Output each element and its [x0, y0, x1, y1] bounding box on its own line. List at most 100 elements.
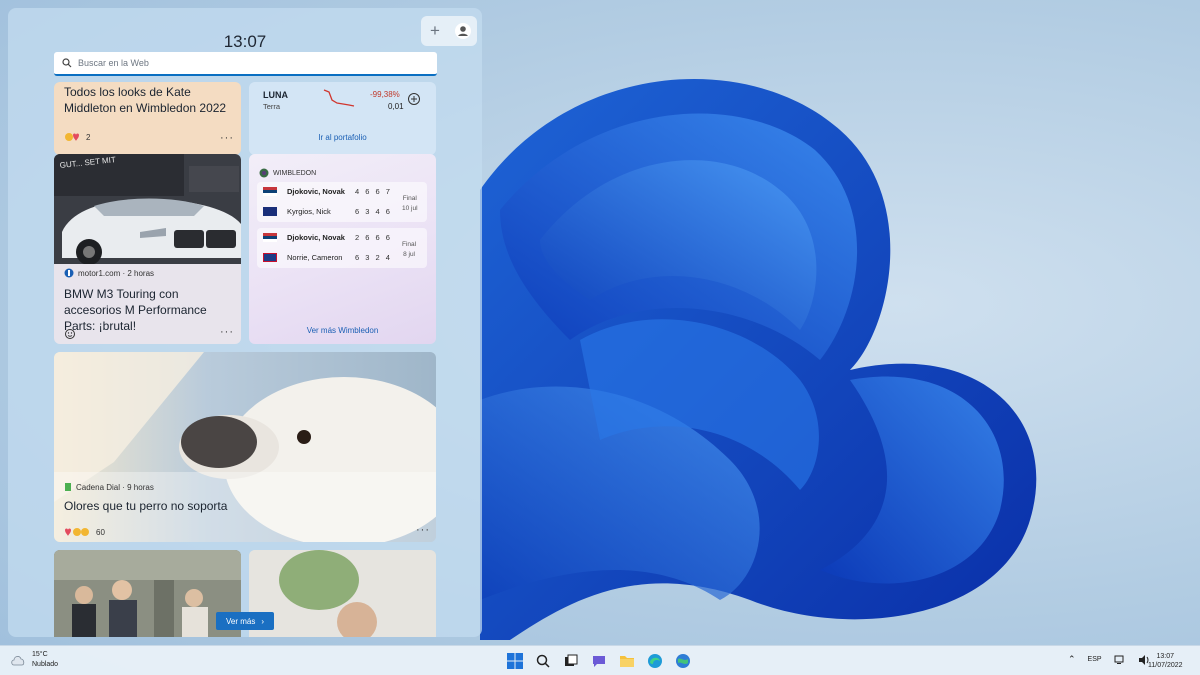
- reaction-count: 60: [96, 527, 105, 537]
- search-placeholder: Buscar en la Web: [78, 58, 149, 68]
- task-view-button[interactable]: [561, 651, 581, 671]
- add-widget-button[interactable]: +: [421, 16, 449, 46]
- stock-change: -99,38%: [370, 90, 400, 99]
- portfolio-card: LUNA Terra -99,38% 0,01 Ir al portafolio: [249, 82, 436, 155]
- player-name: Djokovic, Novak: [287, 187, 345, 196]
- taskbar-time: 13:07: [1156, 653, 1175, 660]
- match-status: Final 8 jul: [402, 240, 416, 260]
- motor1-logo-icon: [64, 268, 74, 278]
- status-label: Final: [402, 195, 417, 202]
- australia-flag-icon: [263, 207, 277, 216]
- stock-sparkline: [323, 89, 355, 107]
- file-explorer-button[interactable]: [617, 651, 637, 671]
- serbia-flag-icon: [263, 187, 277, 196]
- language-indicator[interactable]: ESP: [1088, 656, 1102, 663]
- panel-clock: 13:07: [223, 32, 267, 51]
- reactions[interactable]: 2: [64, 132, 90, 142]
- add-stock-icon[interactable]: [407, 92, 421, 106]
- news-title: BMW M3 Touring con accesorios M Performa…: [64, 287, 207, 333]
- search-button[interactable]: [533, 651, 553, 671]
- plus-icon: +: [430, 21, 440, 40]
- match-result-2[interactable]: Djokovic, Novak 2 6 6 6 Norrie, Cameron …: [257, 228, 427, 268]
- chat-button[interactable]: [589, 651, 609, 671]
- see-more-button[interactable]: Ver más ›: [216, 612, 274, 630]
- profile-button[interactable]: [449, 16, 477, 46]
- search-icon: [62, 58, 72, 68]
- task-view-icon: [565, 654, 578, 666]
- chevron-right-icon: ›: [261, 616, 264, 626]
- reaction-count: 2: [86, 132, 91, 142]
- match-result-1[interactable]: Djokovic, Novak 4 6 6 7 Kyrgios, Nick 6 …: [257, 182, 427, 222]
- uk-flag-icon: [263, 253, 277, 262]
- system-tray: ⌃ ESP: [1068, 654, 1150, 665]
- add-reaction-icon[interactable]: [64, 328, 76, 340]
- weather-widget[interactable]: 15°C Nublado: [10, 650, 58, 670]
- globe-app-icon: [676, 654, 690, 668]
- taskbar-clock[interactable]: 13:07 11/07/2022: [1148, 652, 1183, 670]
- weather-temp: 15°C: [32, 651, 48, 658]
- news-card-wedding[interactable]: [54, 550, 241, 637]
- user-icon: [455, 23, 471, 39]
- weather-condition: Nublado: [32, 661, 59, 668]
- folder-icon: [620, 656, 634, 667]
- news-source-text: Cadena Dial · 9 horas: [76, 482, 154, 492]
- wimbledon-header-label: WIMBLEDON: [273, 169, 317, 177]
- player-name: Kyrgios, Nick: [287, 207, 331, 216]
- status-label: Final: [402, 241, 417, 248]
- player-row: Djokovic, Novak: [263, 187, 345, 196]
- taskbar-apps: [505, 651, 693, 671]
- reactions[interactable]: 60: [64, 527, 105, 537]
- start-button[interactable]: [505, 651, 525, 671]
- wimbledon-link[interactable]: Ver más Wimbledon: [249, 326, 436, 335]
- reaction-icons: [65, 528, 89, 536]
- search-input[interactable]: Buscar en la Web: [54, 52, 437, 76]
- wallpaper-bloom: [480, 79, 1037, 641]
- wimbledon-logo-icon: [259, 168, 269, 178]
- see-more-label: Ver más: [225, 616, 256, 626]
- match-date: 8 jul: [403, 251, 416, 258]
- news-source: Cadena Dial · 9 horas: [64, 482, 154, 492]
- player-row: Kyrgios, Nick: [263, 207, 331, 216]
- chevron-up-icon[interactable]: ⌃: [1068, 654, 1076, 665]
- panel-header-buttons: +: [421, 16, 477, 46]
- news-card-bmw[interactable]: GUT... SET MIT motor1.com · 2 horas BMW …: [54, 154, 241, 344]
- news-title: Todos los looks de Kate Middleton en Wim…: [64, 85, 227, 115]
- search-icon: [536, 654, 550, 668]
- stock-price: 0,01: [388, 102, 404, 111]
- player-score: 6 3 2 4: [355, 253, 392, 262]
- news-card-dog[interactable]: Cadena Dial · 9 horas Olores que tu perr…: [54, 352, 436, 542]
- cloud-icon: [11, 656, 25, 666]
- taskbar-date: 11/07/2022: [1148, 662, 1183, 669]
- portfolio-link[interactable]: Ir al portafolio: [249, 133, 436, 142]
- more-options-button[interactable]: ···: [220, 326, 234, 338]
- stock-name: Terra: [263, 102, 281, 111]
- more-options-button[interactable]: ···: [220, 132, 234, 144]
- widgets-panel: 13:07 + Buscar en la Web Todos los looks…: [8, 8, 482, 637]
- bmw-image: GUT... SET MIT: [54, 154, 241, 264]
- match-date: 10 jul: [402, 205, 418, 212]
- player-row: Norrie, Cameron: [263, 253, 342, 262]
- wimbledon-header: WIMBLEDON: [259, 168, 316, 178]
- store-button[interactable]: [673, 651, 693, 671]
- cadena-dial-logo-icon: [65, 483, 71, 491]
- network-icon[interactable]: [1114, 655, 1126, 665]
- wedding-image: [54, 550, 241, 637]
- player-name: Djokovic, Novak: [287, 233, 345, 242]
- reaction-icons: [65, 133, 79, 141]
- news-source: motor1.com · 2 horas: [64, 268, 154, 278]
- news-card-kate[interactable]: Todos los looks de Kate Middleton en Wim…: [54, 82, 241, 155]
- more-options-button[interactable]: ···: [416, 524, 430, 536]
- match-status: Final 10 jul: [402, 194, 418, 214]
- taskbar: 15°C Nublado ⌃ ESP 13:07 11/07/2022: [0, 645, 1200, 675]
- news-title: Olores que tu perro no soporta: [64, 499, 228, 513]
- windows-logo-icon: [507, 653, 523, 669]
- news-source-text: motor1.com · 2 horas: [78, 268, 155, 278]
- wimbledon-card: WIMBLEDON Djokovic, Novak 4 6 6 7 Kyrgio…: [249, 154, 436, 344]
- news-card-person[interactable]: [249, 550, 436, 637]
- player-score: 4 6 6 7: [355, 187, 392, 196]
- player-score: 2 6 6 6: [355, 233, 392, 242]
- stock-symbol: LUNA: [263, 90, 288, 100]
- teams-chat-icon: [593, 656, 605, 667]
- player-score: 6 3 4 6: [355, 207, 392, 216]
- edge-button[interactable]: [645, 651, 665, 671]
